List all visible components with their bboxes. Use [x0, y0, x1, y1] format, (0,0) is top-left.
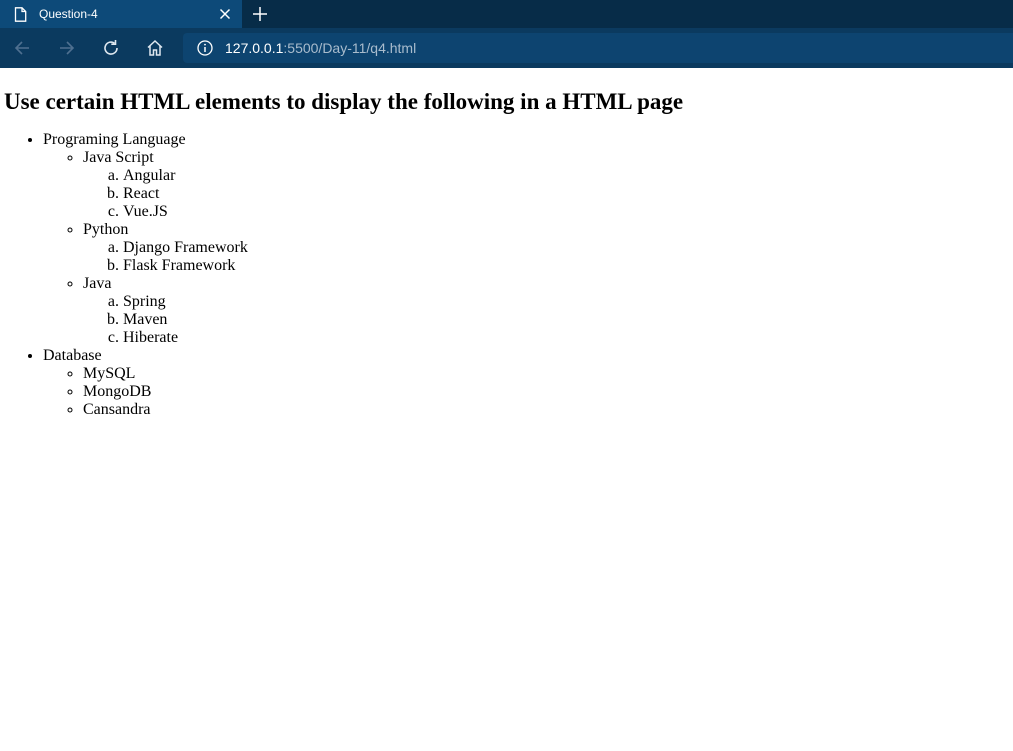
framework-list: Angular React Vue.JS: [83, 167, 1005, 221]
list-item: Vue.JS: [123, 203, 1005, 221]
info-icon[interactable]: [197, 40, 213, 56]
refresh-icon[interactable]: [95, 32, 127, 64]
tab-title: Question-4: [39, 7, 98, 21]
list-item-label: Programing Language: [43, 131, 186, 148]
toolbar: 127.0.0.1:5500/Day-11/q4.html: [0, 28, 1013, 68]
list-item-python: Python Django Framework Flask Framework: [83, 221, 1005, 275]
list-item-label: Java Script: [83, 149, 154, 166]
active-tab[interactable]: Question-4: [0, 0, 242, 28]
list-item: Cansandra: [83, 401, 1005, 419]
list-item-label: Python: [83, 221, 129, 238]
list-item: Spring: [123, 293, 1005, 311]
list-item: Maven: [123, 311, 1005, 329]
forward-icon[interactable]: [51, 32, 83, 64]
list-item: Flask Framework: [123, 257, 1005, 275]
tab-strip: Question-4: [0, 0, 1013, 28]
home-icon[interactable]: [139, 32, 171, 64]
list-item-label: Database: [43, 347, 102, 364]
page-heading: Use certain HTML elements to display the…: [4, 89, 684, 114]
list-item: MySQL: [83, 365, 1005, 383]
url-text[interactable]: 127.0.0.1:5500/Day-11/q4.html: [225, 40, 416, 56]
list-item: MongoDB: [83, 383, 1005, 401]
list-item: Angular: [123, 167, 1005, 185]
list-item-javascript: Java Script Angular React Vue.JS: [83, 149, 1005, 221]
new-tab-icon[interactable]: [250, 4, 270, 24]
list-item-programming-language: Programing Language Java Script Angular …: [43, 131, 1005, 347]
list-item: Django Framework: [123, 239, 1005, 257]
url-path: :5500/Day-11/q4.html: [283, 40, 417, 56]
page-content: Use certain HTML elements to display the…: [0, 88, 1013, 419]
page-icon: [14, 6, 27, 22]
list-item: Hiberate: [123, 329, 1005, 347]
address-bar[interactable]: 127.0.0.1:5500/Day-11/q4.html: [183, 33, 1013, 63]
framework-list: Spring Maven Hiberate: [83, 293, 1005, 347]
framework-list: Django Framework Flask Framework: [83, 239, 1005, 275]
list-item-label: Java: [83, 275, 112, 292]
browser-chrome: Question-4 127.0.0.1:5500/Day-11/q4.html: [0, 0, 1013, 68]
close-tab-icon[interactable]: [218, 7, 232, 21]
top-level-list: Programing Language Java Script Angular …: [8, 131, 1005, 419]
back-icon[interactable]: [6, 32, 38, 64]
list-item-database: Database MySQL MongoDB Cansandra: [43, 347, 1005, 419]
list-item-java: Java Spring Maven Hiberate: [83, 275, 1005, 347]
list-item: React: [123, 185, 1005, 203]
url-host: 127.0.0.1: [225, 40, 284, 56]
language-list: Java Script Angular React Vue.JS Python …: [43, 149, 1005, 347]
database-list: MySQL MongoDB Cansandra: [43, 365, 1005, 419]
